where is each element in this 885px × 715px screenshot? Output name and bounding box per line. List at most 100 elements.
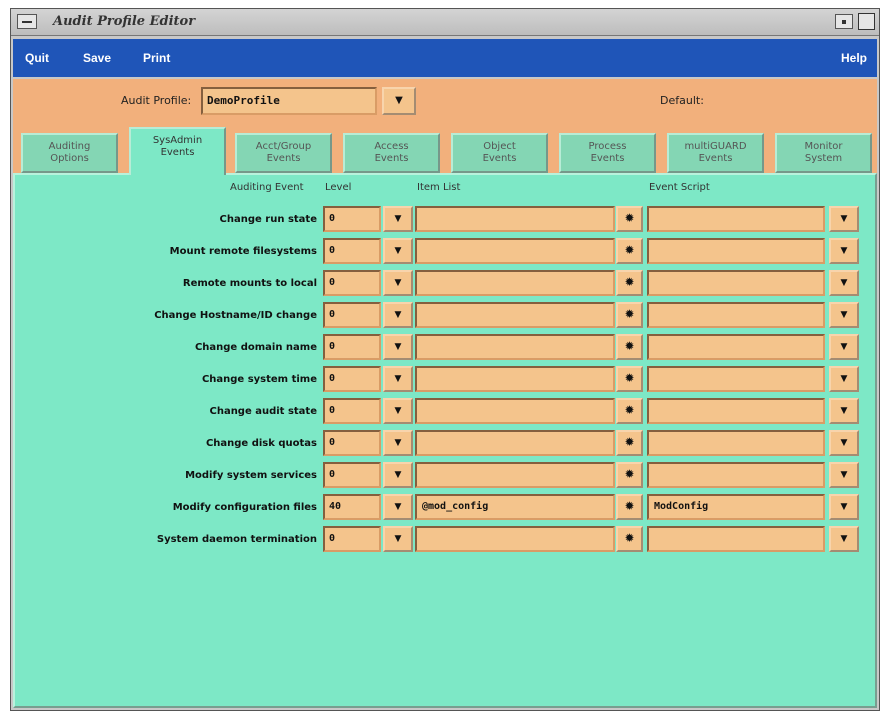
event-script-field[interactable]: ModConfig — [647, 494, 825, 520]
item-list-picker-button[interactable]: ✹ — [616, 494, 643, 520]
item-list-field[interactable] — [415, 302, 615, 328]
audit-profile-label: Audit Profile: — [121, 94, 192, 107]
level-dropdown-button[interactable]: ▼ — [383, 302, 413, 328]
level-field[interactable]: 0 — [323, 206, 381, 232]
item-list-field[interactable] — [415, 398, 615, 424]
event-script-dropdown-button[interactable]: ▼ — [829, 366, 859, 392]
item-list-field[interactable]: @mod_config — [415, 494, 615, 520]
title-bar[interactable]: Audit Profile Editor — [11, 9, 879, 36]
item-list-field[interactable] — [415, 206, 615, 232]
event-script-field[interactable] — [647, 366, 825, 392]
audit-profile-editor-window: Audit Profile Editor Quit Save Print Hel… — [10, 8, 880, 711]
tab-access[interactable]: Access Events — [343, 133, 440, 173]
event-script-field[interactable] — [647, 334, 825, 360]
starburst-icon: ✹ — [624, 467, 635, 481]
item-list-picker-button[interactable]: ✹ — [616, 430, 643, 456]
level-dropdown-button[interactable]: ▼ — [383, 334, 413, 360]
event-script-field[interactable] — [647, 238, 825, 264]
item-list-picker-button[interactable]: ✹ — [616, 302, 643, 328]
event-script-dropdown-button[interactable]: ▼ — [829, 238, 859, 264]
event-script-field[interactable] — [647, 462, 825, 488]
level-dropdown-button[interactable]: ▼ — [383, 366, 413, 392]
tab-multiguard[interactable]: multiGUARD Events — [667, 133, 764, 173]
event-script-dropdown-button[interactable]: ▼ — [829, 494, 859, 520]
tab-sysadmin[interactable]: SysAdmin Events — [129, 127, 226, 175]
column-header-item-list: Item List — [417, 182, 461, 193]
arrow-down-icon: ▼ — [394, 342, 402, 352]
event-script-dropdown-button[interactable]: ▼ — [829, 334, 859, 360]
tab-label-line2: Events — [482, 153, 517, 164]
event-script-dropdown-button[interactable]: ▼ — [829, 206, 859, 232]
item-list-field[interactable] — [415, 238, 615, 264]
menu-save[interactable]: Save — [83, 51, 111, 65]
level-dropdown-button[interactable]: ▼ — [383, 206, 413, 232]
arrow-down-icon: ▼ — [840, 534, 848, 544]
item-list-picker-button[interactable]: ✹ — [616, 238, 643, 264]
tab-object[interactable]: Object Events — [451, 133, 548, 173]
audit-profile-dropdown-button[interactable]: ▼ — [382, 87, 416, 115]
item-list-picker-button[interactable]: ✹ — [616, 366, 643, 392]
starburst-icon: ✹ — [624, 435, 635, 449]
event-script-dropdown-button[interactable]: ▼ — [829, 462, 859, 488]
level-dropdown-button[interactable]: ▼ — [383, 494, 413, 520]
level-field[interactable]: 0 — [323, 526, 381, 552]
level-dropdown-button[interactable]: ▼ — [383, 526, 413, 552]
maximize-icon[interactable] — [858, 13, 875, 30]
window-menu-icon[interactable] — [17, 14, 37, 29]
level-field[interactable]: 0 — [323, 238, 381, 264]
profile-bar: Audit Profile: DemoProfile ▼ Default: — [13, 79, 877, 125]
item-list-field[interactable] — [415, 526, 615, 552]
event-script-dropdown-button[interactable]: ▼ — [829, 302, 859, 328]
level-field[interactable]: 0 — [323, 334, 381, 360]
tab-monitor[interactable]: Monitor System — [775, 133, 872, 173]
item-list-field[interactable] — [415, 430, 615, 456]
starburst-icon: ✹ — [624, 371, 635, 385]
event-script-dropdown-button[interactable]: ▼ — [829, 430, 859, 456]
event-script-dropdown-button[interactable]: ▼ — [829, 526, 859, 552]
menu-help[interactable]: Help — [841, 51, 867, 65]
audit-profile-field[interactable]: DemoProfile — [201, 87, 377, 115]
level-dropdown-button[interactable]: ▼ — [383, 430, 413, 456]
tab-process[interactable]: Process Events — [559, 133, 656, 173]
arrow-down-icon: ▼ — [840, 438, 848, 448]
item-list-field[interactable] — [415, 462, 615, 488]
event-label: Modify system services — [185, 470, 317, 481]
item-list-field[interactable] — [415, 270, 615, 296]
arrow-down-icon: ▼ — [394, 438, 402, 448]
level-field[interactable]: 0 — [323, 430, 381, 456]
tab-auditing[interactable]: Auditing Options — [21, 133, 118, 173]
item-list-field[interactable] — [415, 366, 615, 392]
item-list-picker-button[interactable]: ✹ — [616, 398, 643, 424]
level-dropdown-button[interactable]: ▼ — [383, 398, 413, 424]
event-script-dropdown-button[interactable]: ▼ — [829, 270, 859, 296]
item-list-picker-button[interactable]: ✹ — [616, 526, 643, 552]
tab-label-line2: Events — [698, 153, 733, 164]
level-field[interactable]: 40 — [323, 494, 381, 520]
menu-quit[interactable]: Quit — [25, 51, 49, 65]
event-script-field[interactable] — [647, 302, 825, 328]
event-label: Change system time — [201, 374, 317, 385]
minimize-icon[interactable] — [835, 14, 853, 29]
menu-print[interactable]: Print — [143, 51, 170, 65]
event-script-field[interactable] — [647, 270, 825, 296]
level-field[interactable]: 0 — [323, 366, 381, 392]
event-script-dropdown-button[interactable]: ▼ — [829, 398, 859, 424]
event-script-field[interactable] — [647, 526, 825, 552]
level-dropdown-button[interactable]: ▼ — [383, 462, 413, 488]
level-field[interactable]: 0 — [323, 270, 381, 296]
level-field[interactable]: 0 — [323, 398, 381, 424]
item-list-picker-button[interactable]: ✹ — [616, 206, 643, 232]
event-script-field[interactable] — [647, 206, 825, 232]
level-dropdown-button[interactable]: ▼ — [383, 238, 413, 264]
level-field[interactable]: 0 — [323, 462, 381, 488]
level-field[interactable]: 0 — [323, 302, 381, 328]
event-script-field[interactable] — [647, 430, 825, 456]
item-list-picker-button[interactable]: ✹ — [616, 462, 643, 488]
item-list-picker-button[interactable]: ✹ — [616, 270, 643, 296]
arrow-down-icon: ▼ — [840, 406, 848, 416]
level-dropdown-button[interactable]: ▼ — [383, 270, 413, 296]
tab-acct-group[interactable]: Acct/Group Events — [235, 133, 332, 173]
item-list-picker-button[interactable]: ✹ — [616, 334, 643, 360]
event-script-field[interactable] — [647, 398, 825, 424]
item-list-field[interactable] — [415, 334, 615, 360]
